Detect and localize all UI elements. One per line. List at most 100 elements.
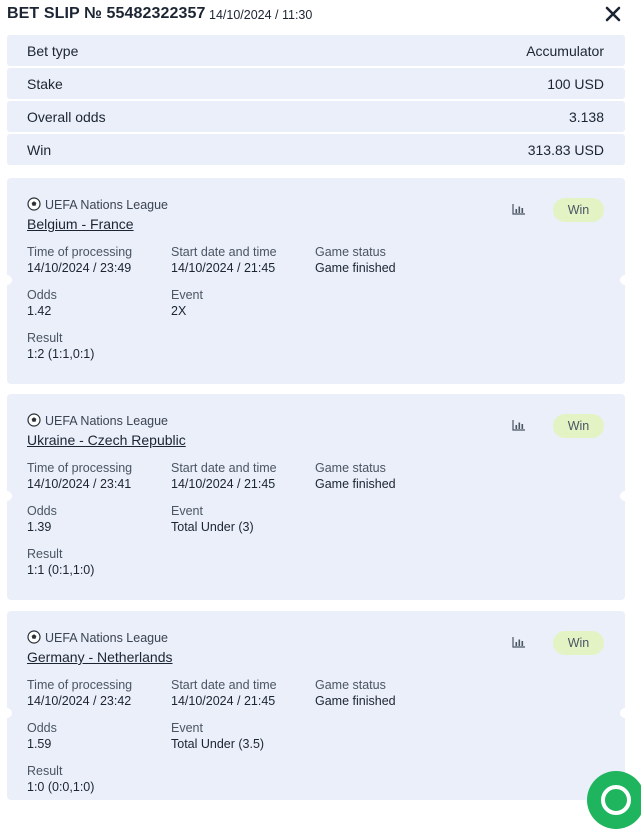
field-label: Start date and time xyxy=(171,461,277,475)
summary-value: 100 USD xyxy=(547,76,604,92)
field-start-date: Start date and time 14/10/2024 / 21:45 xyxy=(171,245,277,275)
field-time-of-processing: Time of processing 14/10/2024 / 23:41 xyxy=(27,461,132,491)
field-game-status: Game status Game finished xyxy=(315,461,396,491)
chat-icon xyxy=(601,785,631,815)
match-link[interactable]: Belgium - France xyxy=(27,216,134,232)
field-label: Game status xyxy=(315,461,386,475)
match-link[interactable]: Germany - Netherlands xyxy=(27,649,173,665)
summary-row-bet-type: Bet type Accumulator xyxy=(7,35,625,66)
field-result: Result 1:0 (0:0,1:0) xyxy=(27,764,94,794)
field-value: 14/10/2024 / 23:49 xyxy=(27,261,132,275)
summary-label: Win xyxy=(27,142,52,158)
slip-header: BET SLIP № 55482322357 14/10/2024 / 11:3… xyxy=(0,0,641,32)
field-event: Event Total Under (3.5) xyxy=(171,721,264,751)
field-label: Game status xyxy=(315,678,386,692)
field-value: Game finished xyxy=(315,261,396,275)
field-value: 1:2 (1:1,0:1) xyxy=(27,347,95,361)
field-time-of-processing: Time of processing 14/10/2024 / 23:42 xyxy=(27,678,132,708)
chat-button[interactable] xyxy=(587,771,641,829)
league-label: UEFA Nations League xyxy=(27,630,168,645)
soccer-ball-icon xyxy=(27,413,41,427)
field-value: 14/10/2024 / 23:41 xyxy=(27,477,132,491)
bar-chart-icon[interactable] xyxy=(512,419,526,431)
field-value: 1:0 (0:0,1:0) xyxy=(27,780,95,794)
bet-card: UEFA Nations League Germany - Netherland… xyxy=(2,611,630,800)
card-notch xyxy=(2,491,12,501)
field-label: Game status xyxy=(315,245,386,259)
bet-card: UEFA Nations League Belgium - France Win… xyxy=(2,178,630,384)
field-value: Total Under (3) xyxy=(171,520,254,534)
summary-row-stake: Stake 100 USD xyxy=(7,68,625,99)
field-result: Result 1:1 (0:1,1:0) xyxy=(27,547,94,577)
field-value: 1.59 xyxy=(27,737,52,751)
field-value: Game finished xyxy=(315,694,396,708)
field-value: 1:1 (0:1,1:0) xyxy=(27,563,95,577)
field-game-status: Game status Game finished xyxy=(315,245,396,275)
field-label: Event xyxy=(171,504,203,518)
slip-datetime: 14/10/2024 / 11:30 xyxy=(209,8,313,22)
field-odds: Odds 1.42 xyxy=(27,288,57,318)
card-notch xyxy=(620,708,630,718)
bet-summary: Bet type Accumulator Stake 100 USD Overa… xyxy=(7,35,625,167)
card-notch xyxy=(620,275,630,285)
league-name: UEFA Nations League xyxy=(45,631,168,645)
field-label: Event xyxy=(171,721,203,735)
card-notch xyxy=(2,275,12,285)
field-start-date: Start date and time 14/10/2024 / 21:45 xyxy=(171,678,277,708)
field-start-date: Start date and time 14/10/2024 / 21:45 xyxy=(171,461,277,491)
summary-label: Overall odds xyxy=(27,109,106,125)
field-value: Total Under (3.5) xyxy=(171,737,265,751)
field-label: Odds xyxy=(27,504,57,518)
close-button[interactable] xyxy=(602,3,624,25)
field-value: 14/10/2024 / 21:45 xyxy=(171,477,276,491)
summary-value: 313.83 USD xyxy=(527,142,604,158)
summary-row-overall-odds: Overall odds 3.138 xyxy=(7,101,625,132)
bar-chart-icon[interactable] xyxy=(512,203,526,215)
field-result: Result 1:2 (1:1,0:1) xyxy=(27,331,94,361)
field-label: Result xyxy=(27,547,63,561)
field-label: Event xyxy=(171,288,203,302)
card-notch xyxy=(2,708,12,718)
summary-row-win: Win 313.83 USD xyxy=(7,134,625,165)
field-event: Event Total Under (3) xyxy=(171,504,254,534)
field-label: Result xyxy=(27,331,63,345)
status-badge: Win xyxy=(553,198,604,222)
league-label: UEFA Nations League xyxy=(27,413,168,428)
field-value: 14/10/2024 / 21:45 xyxy=(171,694,276,708)
summary-value: Accumulator xyxy=(526,43,604,59)
field-label: Start date and time xyxy=(171,245,277,259)
field-value: Game finished xyxy=(315,477,396,491)
field-game-status: Game status Game finished xyxy=(315,678,396,708)
field-time-of-processing: Time of processing 14/10/2024 / 23:49 xyxy=(27,245,132,275)
field-label: Result xyxy=(27,764,63,778)
field-odds: Odds 1.39 xyxy=(27,504,57,534)
status-badge: Win xyxy=(553,631,604,655)
field-label: Start date and time xyxy=(171,678,277,692)
field-value: 14/10/2024 / 21:45 xyxy=(171,261,276,275)
field-event: Event 2X xyxy=(171,288,203,318)
field-label: Time of processing xyxy=(27,461,133,475)
slip-title: BET SLIP № 55482322357 xyxy=(7,5,206,22)
field-label: Odds xyxy=(27,721,57,735)
field-label: Time of processing xyxy=(27,245,133,259)
bet-card: UEFA Nations League Ukraine - Czech Repu… xyxy=(2,394,630,600)
league-name: UEFA Nations League xyxy=(45,414,168,428)
summary-value: 3.138 xyxy=(568,109,604,125)
card-notch xyxy=(620,491,630,501)
league-label: UEFA Nations League xyxy=(27,197,168,212)
close-icon xyxy=(605,6,621,22)
summary-label: Bet type xyxy=(27,43,79,59)
field-odds: Odds 1.59 xyxy=(27,721,57,751)
league-name: UEFA Nations League xyxy=(45,198,168,212)
field-value: 1.42 xyxy=(27,304,52,318)
soccer-ball-icon xyxy=(27,197,41,211)
field-label: Odds xyxy=(27,288,57,302)
status-badge: Win xyxy=(553,414,604,438)
match-link[interactable]: Ukraine - Czech Republic xyxy=(27,432,186,448)
bar-chart-icon[interactable] xyxy=(512,636,526,648)
field-value: 14/10/2024 / 23:42 xyxy=(27,694,132,708)
summary-label: Stake xyxy=(27,76,63,92)
soccer-ball-icon xyxy=(27,630,41,644)
field-value: 2X xyxy=(171,304,187,318)
field-value: 1.39 xyxy=(27,520,52,534)
